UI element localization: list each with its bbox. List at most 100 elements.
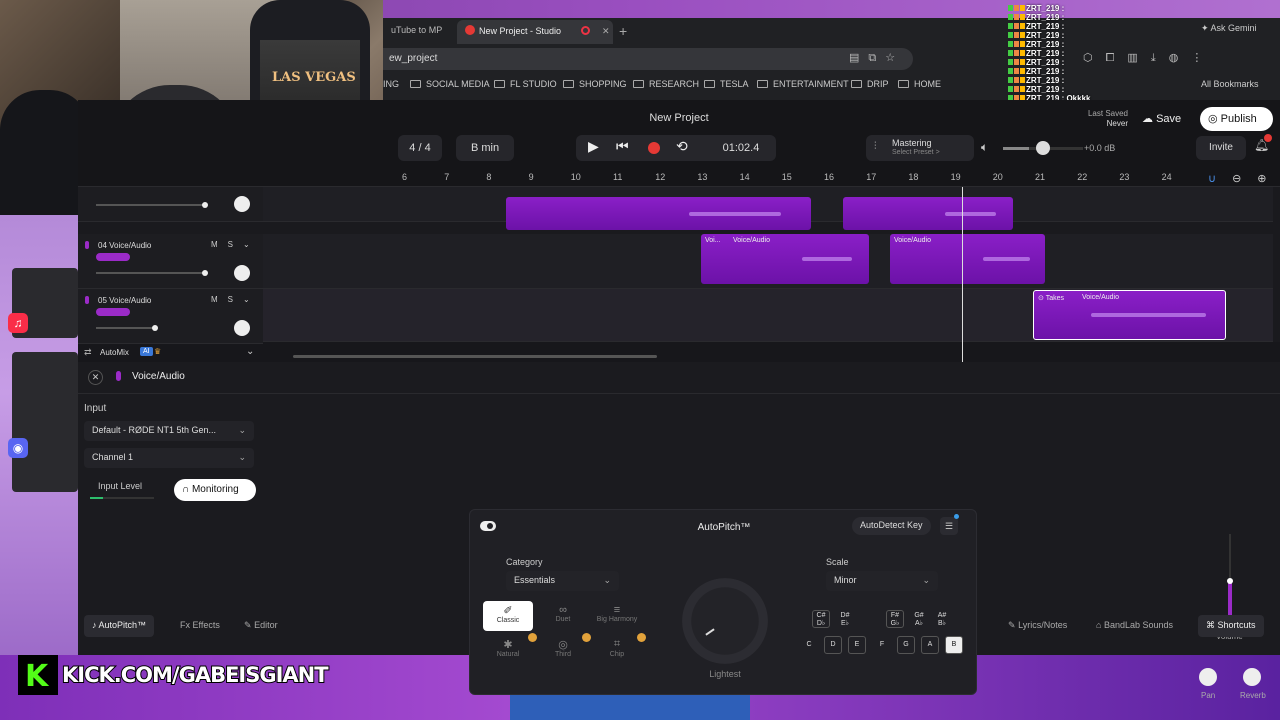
playhead[interactable] bbox=[962, 187, 963, 362]
tab-editor[interactable]: ✎ Editor bbox=[236, 615, 286, 637]
fader-knob[interactable] bbox=[202, 270, 208, 276]
all-bookmarks-button[interactable]: All Bookmarks bbox=[1201, 79, 1259, 89]
lyrics-notes-button[interactable]: ✎ Lyrics/Notes bbox=[1000, 615, 1075, 637]
solo-button[interactable]: S bbox=[228, 240, 243, 249]
key-f[interactable]: F bbox=[873, 636, 891, 654]
key-g-sharp[interactable]: G# A♭ bbox=[910, 610, 928, 628]
mute-button[interactable]: M bbox=[211, 240, 228, 249]
audio-clip[interactable]: Voi... Voice/Audio bbox=[701, 234, 869, 284]
master-volume-knob[interactable] bbox=[1036, 141, 1050, 155]
notifications-bell-icon[interactable]: 🔔︎ bbox=[1254, 134, 1272, 152]
publish-button[interactable]: ◎ Publish bbox=[1200, 107, 1273, 131]
save-button[interactable]: ☁ Save bbox=[1134, 107, 1189, 131]
skip-back-icon[interactable]: ⏮ bbox=[616, 138, 629, 155]
preset-classic[interactable]: ✐ Classic bbox=[483, 601, 533, 631]
preset-duet[interactable]: ∞ Duet bbox=[538, 601, 588, 631]
effects-chip[interactable] bbox=[96, 308, 130, 316]
speaker-icon[interactable]: 🔈︎ bbox=[981, 140, 988, 155]
timeline-ruler[interactable]: ∪⊖⊕ 6 7 8 9 10 11 12 13 14 15 16 17 18 19 20 21 22 23 24 bbox=[78, 170, 1280, 187]
bookmark-star-icon[interactable]: ☆ bbox=[885, 52, 904, 64]
pan-knob[interactable] bbox=[234, 320, 250, 336]
record-button[interactable] bbox=[648, 142, 660, 154]
monitoring-button[interactable]: ∩ Monitoring bbox=[174, 479, 256, 501]
horizontal-scrollbar[interactable] bbox=[293, 355, 657, 358]
preset-big-harmony[interactable]: ≡ Big Harmony bbox=[592, 601, 642, 631]
key-b-selected[interactable]: B bbox=[945, 636, 963, 654]
music-app-icon[interactable]: ♫ bbox=[8, 313, 28, 333]
zoom-out-icon[interactable]: ⊖ bbox=[1232, 173, 1257, 185]
chevron-down-icon[interactable]: ⌄ bbox=[243, 295, 260, 304]
key-d[interactable]: D bbox=[824, 636, 842, 654]
scale-select[interactable]: Minor ⌄ bbox=[826, 571, 938, 591]
chevron-down-icon[interactable]: ⌄ bbox=[246, 346, 254, 357]
download-icon[interactable]: ⤓ bbox=[1151, 52, 1169, 64]
audio-clip[interactable] bbox=[843, 197, 1013, 230]
pan-knob[interactable] bbox=[1199, 668, 1217, 686]
reader-icon[interactable]: ▤ bbox=[849, 52, 868, 64]
preset-third[interactable]: ◎ Third bbox=[538, 635, 588, 665]
strength-dial[interactable] bbox=[682, 578, 768, 664]
input-device-select[interactable]: Default - RØDE NT1 5th Gen... ⌄ bbox=[84, 421, 254, 441]
new-tab-button[interactable]: + bbox=[619, 23, 627, 39]
tab-new-project-studio[interactable]: New Project - Studio ✕ bbox=[457, 20, 613, 44]
takes-label[interactable]: ⊙ Takes bbox=[1038, 294, 1064, 302]
bandlab-sounds-button[interactable]: ⌂ BandLab Sounds bbox=[1088, 615, 1181, 637]
autodetect-key-button[interactable]: AutoDetect Key bbox=[852, 517, 931, 535]
bookmark-home[interactable]: HOME bbox=[898, 79, 941, 89]
key-d-sharp[interactable]: D# E♭ bbox=[836, 610, 854, 628]
track-name[interactable]: 05 Voice/Audio bbox=[98, 296, 151, 305]
bookmark-tesla[interactable]: TESLA bbox=[704, 79, 749, 89]
discord-app-icon[interactable]: ◉ bbox=[8, 438, 28, 458]
invite-button[interactable]: Invite bbox=[1196, 136, 1246, 160]
tab-autopitch[interactable]: ♪ AutoPitch™ bbox=[84, 615, 155, 637]
bookmark-entertainment[interactable]: ENTERTAINMENT bbox=[757, 79, 849, 89]
track-lane-04[interactable]: Voi... Voice/Audio Voice/Audio bbox=[263, 234, 1273, 289]
track-volume-fader[interactable] bbox=[96, 325, 158, 331]
bookmark-fl-studio[interactable]: FL STUDIO bbox=[494, 79, 557, 89]
solo-button[interactable]: S bbox=[228, 295, 243, 304]
volume-knob[interactable] bbox=[1227, 578, 1233, 584]
effects-chip[interactable] bbox=[96, 253, 130, 261]
zoom-in-icon[interactable]: ⊕ bbox=[1257, 173, 1280, 185]
pan-knob[interactable] bbox=[234, 265, 250, 281]
track-header-05[interactable]: 05 Voice/Audio MS⌄ bbox=[78, 289, 263, 344]
track-name[interactable]: 04 Voice/Audio bbox=[98, 241, 151, 250]
mastering-selector[interactable]: ⫶ Mastering Select Preset > bbox=[866, 135, 974, 161]
key-a-sharp[interactable]: A# B♭ bbox=[933, 610, 951, 628]
audio-clip[interactable]: Voice/Audio bbox=[890, 234, 1045, 284]
key-f-sharp[interactable]: F# G♭ bbox=[886, 610, 904, 628]
tab-effects[interactable]: Fx Effects bbox=[172, 615, 228, 637]
tab-youtube-mp3[interactable]: uTube to MP bbox=[383, 20, 458, 44]
chevron-down-icon[interactable]: ⌄ bbox=[243, 240, 260, 249]
channel-select[interactable]: Channel 1 ⌄ bbox=[84, 448, 254, 468]
fader-knob[interactable] bbox=[152, 325, 158, 331]
shortcuts-button[interactable]: ⌘ Shortcuts bbox=[1198, 615, 1264, 637]
ask-gemini-button[interactable]: ✦ Ask Gemini bbox=[1201, 23, 1257, 34]
selected-audio-clip[interactable]: ⊙ Takes Voice/Audio bbox=[1033, 290, 1226, 340]
fader-knob[interactable] bbox=[202, 202, 208, 208]
play-icon[interactable]: ▶ bbox=[588, 138, 599, 155]
magnet-icon[interactable]: ∪ bbox=[1208, 173, 1232, 185]
audio-clip[interactable] bbox=[506, 197, 811, 230]
loop-icon[interactable]: ⟲ bbox=[676, 138, 688, 155]
extensions-puzzle-icon[interactable]: ⧠ bbox=[1106, 52, 1128, 64]
bookmark-social-media[interactable]: SOCIAL MEDIA bbox=[410, 79, 490, 89]
key-selector[interactable]: B min bbox=[456, 135, 514, 161]
bookmark-drip[interactable]: DRIP bbox=[851, 79, 889, 89]
preset-chip[interactable]: ⌗ Chip bbox=[592, 635, 642, 665]
pan-knob[interactable] bbox=[234, 196, 250, 212]
settings-sliders-icon[interactable]: ☰ bbox=[940, 514, 959, 535]
key-a[interactable]: A bbox=[921, 636, 939, 654]
track-header-04[interactable]: 04 Voice/Audio MS⌄ bbox=[78, 234, 263, 289]
track-volume-fader[interactable] bbox=[96, 270, 208, 276]
track-lane-05[interactable]: ⊙ Takes Voice/Audio bbox=[263, 289, 1273, 342]
automix-bar[interactable]: ⇄ AutoMix AI ♛ ⌄ bbox=[78, 345, 263, 362]
profile-icon[interactable]: ◍ bbox=[1169, 52, 1192, 64]
mute-button[interactable]: M bbox=[211, 295, 228, 304]
bookmark-shopping[interactable]: SHOPPING bbox=[563, 79, 627, 89]
preset-natural[interactable]: ✱ Natural bbox=[483, 635, 533, 665]
time-signature[interactable]: 4 / 4 bbox=[398, 135, 442, 161]
track-header[interactable] bbox=[78, 187, 263, 222]
track-volume-fader[interactable] bbox=[96, 202, 208, 208]
bookmark-folder[interactable]: ING bbox=[383, 79, 399, 89]
